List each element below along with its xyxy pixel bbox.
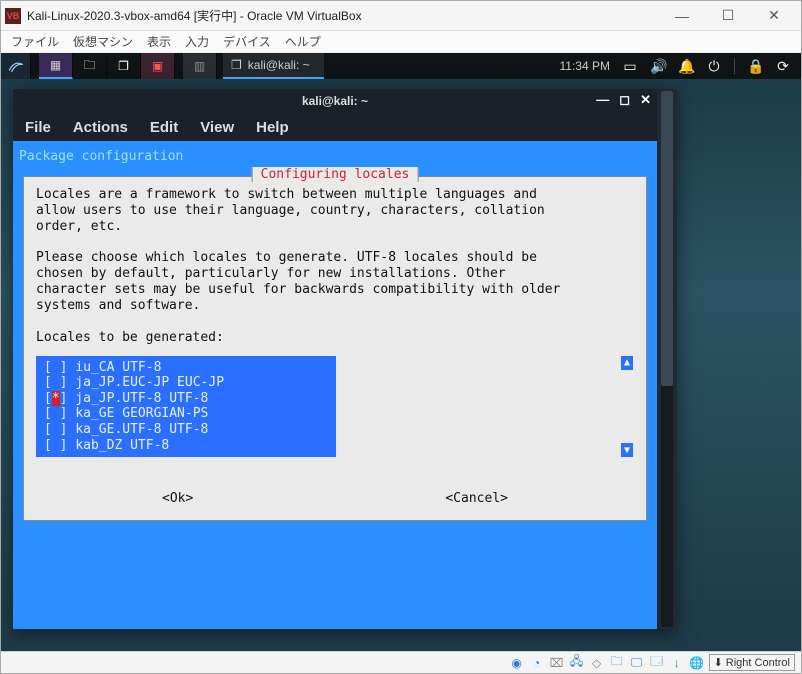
status-display-icon[interactable]: 🖵 [629,655,645,671]
locales-dialog: Configuring locales Locales are a framew… [23,176,647,521]
terminal-body[interactable]: Package configuration Configuring locale… [13,141,657,629]
locale-item[interactable]: [ ] ja_JP.EUC-JP EUC-JP [44,375,326,391]
menu-vm[interactable]: 仮想マシン [73,33,133,50]
scroll-down-icon[interactable]: ▼ [621,443,633,457]
terminal-icon: ❐ [231,58,242,72]
dialog-text: Locales are a framework to switch betwee… [36,187,634,346]
virtualbox-icon: VB [5,8,21,24]
taskbar-app-terminal[interactable]: ❐ [107,53,141,79]
status-hdd-icon[interactable]: ◉ [509,655,525,671]
term-menu-file[interactable]: File [25,119,51,136]
vbox-titlebar[interactable]: VB Kali-Linux-2020.3-vbox-amd64 [実行中] - … [1,1,801,31]
scroll-up-icon[interactable]: ▲ [621,356,633,370]
maximize-button[interactable]: ☐ [705,2,751,30]
menu-devices[interactable]: デバイス [223,33,271,50]
taskbar-app-4[interactable]: ▣ [141,53,175,79]
minimize-button[interactable]: — [659,2,705,30]
terminal-titlebar[interactable]: kali@kali: ~ — ◻ ✕ [13,89,657,113]
refresh-icon[interactable]: ⟳ [775,58,791,75]
term-menu-edit[interactable]: Edit [150,119,178,136]
status-globe-icon[interactable]: 🌐 [689,655,705,671]
taskbar-task-terminal[interactable]: ❐ kali@kali: ~ [223,53,324,79]
taskbar-app-5[interactable]: ▥ [183,53,217,79]
term-menu-actions[interactable]: Actions [73,119,128,136]
locale-item[interactable]: [ ] ka_GE.UTF-8 UTF-8 [44,422,326,438]
scroll-track[interactable] [661,91,673,627]
close-button[interactable]: ✕ [751,2,797,30]
locale-list[interactable]: [ ] iu_CA UTF-8 [ ] ja_JP.EUC-JP EUC-JP … [36,356,336,458]
status-capture-icon[interactable]: ↓ [669,655,685,671]
volume-icon[interactable]: 🔊 [650,58,666,75]
virtualbox-window: VB Kali-Linux-2020.3-vbox-amd64 [実行中] - … [0,0,802,674]
locale-item[interactable]: [ ] iu_CA UTF-8 [44,360,326,376]
status-record-icon[interactable]: 🗔 [649,655,665,671]
scroll-thumb[interactable] [661,91,673,386]
locale-item[interactable]: [*] ja_JP.UTF-8 UTF-8 [44,391,326,407]
locale-item[interactable]: [ ] kab_DZ UTF-8 [44,438,326,454]
taskbar-task-title: kali@kali: ~ [248,58,310,72]
taskbar-app-1[interactable]: ▦ [39,53,73,79]
host-key-indicator[interactable]: ⬇ Right Control [709,654,795,671]
menu-file[interactable]: ファイル [11,33,59,50]
kali-menu-icon[interactable] [1,53,31,79]
vbox-menubar: ファイル 仮想マシン 表示 入力 デバイス ヘルプ [1,31,801,53]
arrow-down-icon: ⬇ [714,656,723,669]
lock-icon[interactable]: 🔒 [747,58,763,75]
terminal-maximize-button[interactable]: ◻ [619,92,630,108]
menu-help[interactable]: ヘルプ [285,33,321,50]
terminal-window: kali@kali: ~ — ◻ ✕ File Actions Edit Vie… [13,89,677,629]
window-controls: — ☐ ✕ [659,2,797,30]
vbox-statusbar: ◉ ◔ ⌧ 🖧 ◇ 🗀 🖵 🗔 ↓ 🌐 ⬇ Right Control [1,651,801,673]
host-key-label: Right Control [726,657,790,669]
vbox-title: Kali-Linux-2020.3-vbox-amd64 [実行中] - Ora… [27,7,659,24]
network-icon[interactable]: ▭ [622,58,638,75]
power-icon[interactable]: ⏻ [706,58,722,75]
separator [734,58,735,74]
menu-view[interactable]: 表示 [147,33,171,50]
taskbar-app-files[interactable]: 🗀 [73,53,107,79]
status-shared-icon[interactable]: 🗀 [609,655,625,671]
locale-item[interactable]: [ ] ka_GE GEORGIAN-PS [44,406,326,422]
status-network-icon[interactable]: 🖧 [569,655,585,671]
cancel-button[interactable]: <Cancel> [445,491,508,506]
taskbar-clock[interactable]: 11:34 PM [560,59,610,73]
status-audio-icon[interactable]: ⌧ [549,655,565,671]
kali-taskbar: ▦ 🗀 ❐ ▣ ▥ ❐ kali@kali: ~ 11:34 PM ▭ 🔊 🔔 … [1,53,801,79]
dialog-title: Configuring locales [252,167,419,182]
menu-input[interactable]: 入力 [185,33,209,50]
status-usb-icon[interactable]: ◇ [589,655,605,671]
notifications-icon[interactable]: 🔔 [678,58,694,75]
guest-display[interactable]: ▦ 🗀 ❐ ▣ ▥ ❐ kali@kali: ~ 11:34 PM ▭ 🔊 🔔 … [1,53,801,651]
term-menu-help[interactable]: Help [256,119,289,136]
terminal-menubar: File Actions Edit View Help [13,113,657,141]
status-optical-icon[interactable]: ◔ [529,655,545,671]
terminal-minimize-button[interactable]: — [596,92,609,108]
terminal-title: kali@kali: ~ [302,94,368,108]
term-menu-view[interactable]: View [200,119,234,136]
terminal-close-button[interactable]: ✕ [640,92,651,108]
ok-button[interactable]: <Ok> [162,491,193,506]
terminal-scrollbar[interactable] [657,89,677,629]
locale-scrollbar[interactable]: ▲ ▼ [620,356,634,458]
